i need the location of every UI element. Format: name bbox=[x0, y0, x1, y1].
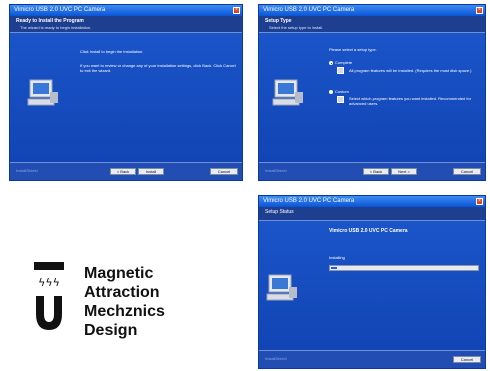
close-icon[interactable]: × bbox=[476, 198, 483, 205]
installshield-brand: InstallShield bbox=[16, 168, 38, 173]
wizard-header: Setup Type Select the setup type to inst… bbox=[259, 16, 485, 33]
installshield-brand: InstallShield bbox=[265, 356, 287, 361]
installer-window-ready: Vimicro USB 2.0 UVC PC Camera × Ready to… bbox=[9, 4, 243, 181]
setup-prompt: Please select a setup type. bbox=[329, 47, 377, 52]
wizard-footer: InstallShield Cancel bbox=[259, 350, 485, 368]
product-name: Vimicro USB 2.0 UVC PC Camera bbox=[329, 228, 408, 234]
header-subtitle: The wizard is ready to begin installatio… bbox=[20, 25, 92, 30]
cancel-button[interactable]: Cancel bbox=[453, 356, 481, 363]
close-icon[interactable]: × bbox=[233, 7, 240, 14]
header-title: Setup Type bbox=[265, 18, 292, 24]
logo-line-4: Design bbox=[84, 322, 138, 339]
progress-bar bbox=[329, 265, 479, 271]
installer-window-setup-type: Vimicro USB 2.0 UVC PC Camera × Setup Ty… bbox=[258, 4, 486, 181]
installshield-brand: InstallShield bbox=[265, 168, 287, 173]
install-button[interactable]: Install bbox=[138, 168, 164, 175]
close-icon[interactable]: × bbox=[476, 7, 483, 14]
radio-custom[interactable] bbox=[329, 90, 333, 94]
header-subtitle: Select the setup type to install. bbox=[269, 25, 324, 30]
option-complete-desc: All program features will be installed. … bbox=[349, 68, 472, 73]
radio-complete[interactable] bbox=[329, 61, 333, 65]
back-button[interactable]: < Back bbox=[363, 168, 389, 175]
wizard-content: Click Install to begin the installation.… bbox=[10, 33, 242, 162]
wizard-footer: InstallShield < Back Next > Cancel bbox=[259, 162, 485, 180]
wizard-content: Vimicro USB 2.0 UVC PC Camera Installing bbox=[259, 221, 485, 350]
complete-setup-icon bbox=[337, 67, 344, 74]
wizard-header: Setup Status bbox=[259, 207, 485, 221]
title-bar: Vimicro USB 2.0 UVC PC Camera bbox=[10, 5, 242, 16]
custom-setup-icon bbox=[337, 96, 344, 103]
computer-icon bbox=[272, 79, 303, 106]
magnet-logo-icon: ϟϟϟ bbox=[34, 262, 64, 330]
instruction-line-1: Click Install to begin the installation. bbox=[80, 49, 144, 54]
wizard-content: Please select a setup type. Complete All… bbox=[259, 33, 485, 162]
cancel-button[interactable]: Cancel bbox=[453, 168, 481, 175]
status-text: Installing bbox=[329, 255, 345, 260]
installer-window-setup-status: Vimicro USB 2.0 UVC PC Camera × Setup St… bbox=[258, 195, 486, 369]
logo-wordmark: Magnetic Attraction Mechznics Design bbox=[84, 264, 165, 340]
header-title: Ready to Install the Program bbox=[16, 18, 84, 24]
window-title: Vimicro USB 2.0 UVC PC Camera bbox=[263, 198, 355, 204]
title-bar: Vimicro USB 2.0 UVC PC Camera bbox=[259, 5, 485, 16]
back-button[interactable]: < Back bbox=[110, 168, 136, 175]
computer-icon bbox=[27, 79, 58, 106]
computer-icon bbox=[266, 274, 297, 301]
logo-line-2: Attraction bbox=[84, 284, 160, 301]
logo-line-3: Mechznics bbox=[84, 303, 165, 320]
instruction-line-2: If you want to review or change any of y… bbox=[80, 63, 236, 73]
header-title: Setup Status bbox=[265, 209, 294, 215]
logo-line-1: Magnetic bbox=[84, 265, 154, 282]
cancel-button[interactable]: Cancel bbox=[210, 168, 238, 175]
option-complete-label: Complete bbox=[335, 60, 353, 65]
next-button[interactable]: Next > bbox=[391, 168, 417, 175]
option-custom-desc: Select which program features you want i… bbox=[349, 96, 472, 106]
window-title: Vimicro USB 2.0 UVC PC Camera bbox=[14, 7, 106, 13]
svg-text:ϟϟϟ: ϟϟϟ bbox=[38, 276, 60, 289]
wizard-footer: InstallShield < Back Install Cancel bbox=[10, 162, 242, 180]
option-custom-label: Custom bbox=[335, 89, 349, 94]
title-bar: Vimicro USB 2.0 UVC PC Camera bbox=[259, 196, 485, 207]
window-title: Vimicro USB 2.0 UVC PC Camera bbox=[263, 7, 355, 13]
progress-fill bbox=[331, 267, 337, 269]
wizard-header: Ready to Install the Program The wizard … bbox=[10, 16, 242, 33]
